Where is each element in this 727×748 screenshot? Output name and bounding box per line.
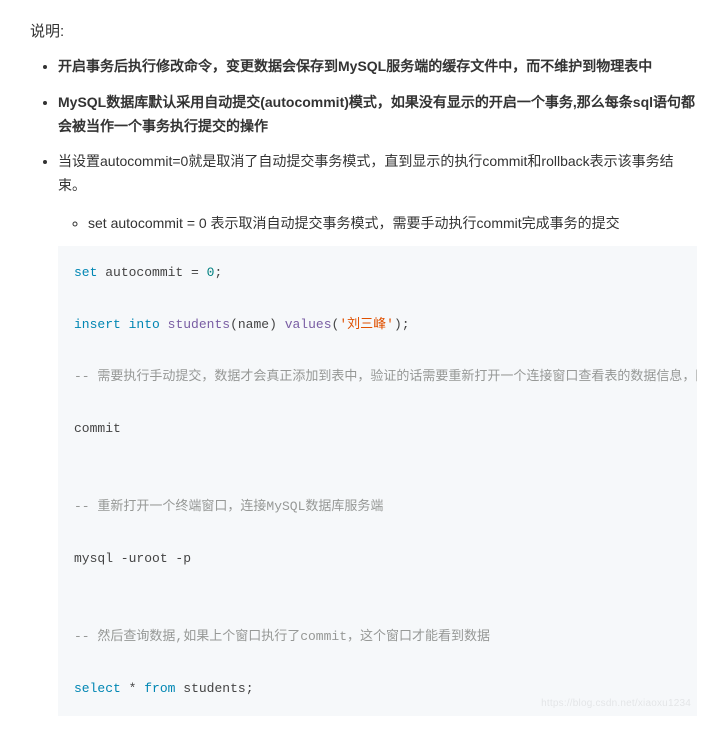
code-comment: -- 然后查询数据,如果上个窗口执行了commit，这个窗口才能看到数据 [74,629,490,644]
bullet-item: 当设置autocommit=0就是取消了自动提交事务模式，直到显示的执行comm… [58,150,697,715]
code-ident: autocommit [105,265,183,280]
bullet-item: MySQL数据库默认采用自动提交(autocommit)模式，如果没有显示的开启… [58,91,697,139]
code-block[interactable]: set autocommit = 0; insert into students… [58,246,697,716]
code-func: values [285,317,332,332]
code-command: mysql -uroot -p [74,551,191,566]
code-punct: ; [214,265,222,280]
code-punct: ); [394,317,410,332]
bullet-item: 开启事务后执行修改命令，变更数据会保存到MySQL服务端的缓存文件中，而不维护到… [58,55,697,79]
code-op: = [183,265,206,280]
code-keyword: select [74,681,121,696]
code-args: (name) [230,317,277,332]
bullet-text: 当设置autocommit=0就是取消了自动提交事务模式，直到显示的执行comm… [58,153,674,193]
watermark-text: https://blog.csdn.net/xiaoxu1234 [541,694,691,714]
code-keyword: set [74,265,97,280]
code-op: * [129,681,137,696]
code-string: '刘三峰' [339,317,394,332]
sub-list: set autocommit = 0 表示取消自动提交事务模式，需要手动执行co… [58,212,697,236]
sub-bullet-item: set autocommit = 0 表示取消自动提交事务模式，需要手动执行co… [88,212,697,236]
code-ident: students; [183,681,253,696]
code-keyword: insert [74,317,121,332]
code-comment: -- 需要执行手动提交，数据才会真正添加到表中，验证的话需要重新打开一个连接窗口… [74,369,697,384]
code-keyword: from [144,681,175,696]
code-keyword: into [129,317,160,332]
section-heading: 说明: [30,20,697,41]
code-ident: commit [74,421,121,436]
code-comment: -- 重新打开一个终端窗口，连接MySQL数据库服务端 [74,499,383,514]
description-list: 开启事务后执行修改命令，变更数据会保存到MySQL服务端的缓存文件中，而不维护到… [30,55,697,716]
code-func: students [168,317,230,332]
